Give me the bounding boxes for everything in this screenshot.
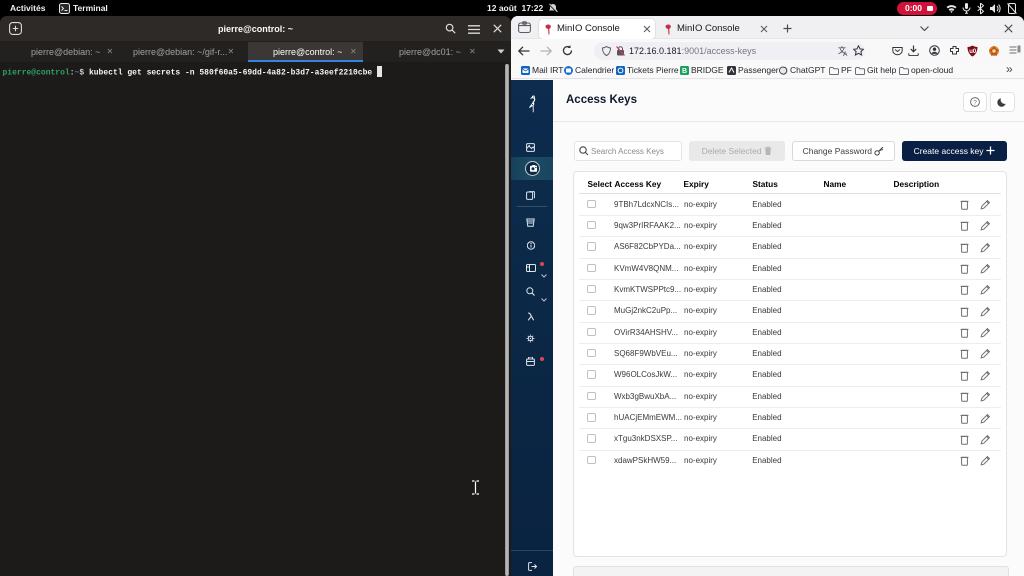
svg-text:u0: u0 xyxy=(969,49,977,55)
svg-text:A: A xyxy=(843,51,848,56)
svg-text:?: ? xyxy=(973,99,977,106)
svg-text:B: B xyxy=(682,68,687,75)
